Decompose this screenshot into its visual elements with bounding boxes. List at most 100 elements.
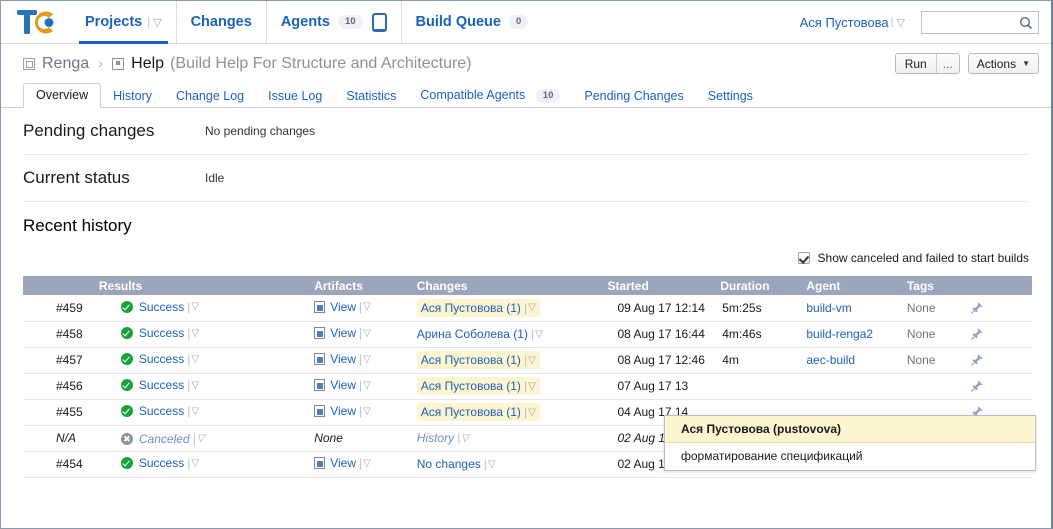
cell-artifacts[interactable]: View | ▽ [314,451,417,478]
chevron-down-icon[interactable]: ▽ [528,302,536,313]
cell-build-number[interactable]: #456 [23,373,99,400]
cell-artifacts[interactable]: View | ▽ [314,373,417,400]
status-link[interactable]: Success [139,456,184,470]
agent-link[interactable]: build-renga2 [806,327,873,341]
nav-item-build-queue[interactable]: Build Queue 0 [400,1,543,44]
show-canceled-checkbox[interactable] [797,252,810,264]
tab-history[interactable]: History [101,85,164,108]
projects-dropdown-caret[interactable]: | ▽ [147,16,161,29]
artifacts-view-link[interactable]: View [330,404,356,418]
cell-row-actions[interactable] [970,373,1032,400]
chevron-down-icon[interactable]: ▽ [363,328,371,339]
chevron-down-icon[interactable]: ▽ [535,329,543,340]
cell-changes[interactable]: Ася Пустовова (1) | ▽ [416,347,608,374]
status-link[interactable]: Success [139,326,184,340]
table-row[interactable]: #458 Success | ▽ View | ▽ Арина Соболева (1) | ▽ 0… [23,321,1032,348]
search-icon[interactable] [1019,16,1033,33]
cell-agent[interactable]: aec-build [806,347,907,374]
cell-agent[interactable]: build-renga2 [806,321,907,348]
status-link[interactable]: Canceled [139,432,190,446]
cell-artifacts[interactable]: View | ▽ [314,295,417,322]
table-row[interactable]: #459 Success | ▽ View | ▽ Ася Пустовова (1) | ▽ 09… [23,295,1032,322]
cell-changes[interactable]: History | ▽ [416,425,608,452]
chevron-down-icon[interactable]: ▽ [363,380,371,391]
chevron-down-icon[interactable]: ▽ [191,380,199,391]
artifacts-view-link[interactable]: View [330,378,356,392]
status-link[interactable]: Success [139,378,184,392]
chevron-down-icon[interactable]: ▽ [191,301,199,312]
chevron-down-icon[interactable]: ▽ [197,433,205,444]
table-row[interactable]: #456 Success | ▽ View | ▽ Ася Пустовова (1) | ▽ 07… [23,373,1032,400]
nav-item-projects[interactable]: Projects | ▽ [71,1,176,44]
user-dropdown-caret[interactable]: | ▽ [891,16,905,29]
changes-link[interactable]: Ася Пустовова (1) [421,301,521,315]
cell-results[interactable]: Success | ▽ [98,373,315,400]
agent-link[interactable]: aec-build [806,353,855,367]
tab-settings[interactable]: Settings [696,85,765,108]
chevron-down-icon[interactable]: ▽ [528,381,536,392]
chevron-down-icon[interactable]: ▽ [363,406,371,417]
tab-change-log[interactable]: Change Log [164,85,256,108]
cell-results[interactable]: ✖ Canceled | ▽ [98,425,315,452]
cell-changes[interactable]: Арина Соболева (1) | ▽ [416,321,608,348]
pin-build-icon[interactable] [970,301,984,315]
cell-changes[interactable]: No changes | ▽ [416,451,608,478]
actions-button[interactable]: Actions ▼ [967,53,1039,74]
cell-artifacts[interactable]: View | ▽ [314,399,417,426]
agent-monitor-icon[interactable] [371,12,387,32]
changes-link[interactable]: History [417,431,454,445]
changes-highlight[interactable]: Ася Пустовова (1) | ▽ [416,403,540,421]
tab-pending-changes[interactable]: Pending Changes [572,85,695,108]
chevron-down-icon[interactable]: ▽ [528,355,536,366]
changes-link[interactable]: Ася Пустовова (1) [421,405,521,419]
nav-item-agents[interactable]: Agents 10 [265,1,401,44]
search-input[interactable] [922,12,1014,32]
teamcity-logo[interactable] [15,7,57,37]
pin-build-icon[interactable] [970,379,984,393]
pin-build-icon[interactable] [970,353,984,367]
cell-results[interactable]: Success | ▽ [98,347,315,374]
status-link[interactable]: Success [139,352,184,366]
cell-results[interactable]: Success | ▽ [98,399,315,426]
cell-results[interactable]: Success | ▽ [98,295,315,322]
status-link[interactable]: Success [139,404,184,418]
agent-link[interactable]: build-vm [806,301,851,315]
table-row[interactable]: #457 Success | ▽ View | ▽ Ася Пустовова (1) | ▽ 08… [23,347,1032,374]
chevron-down-icon[interactable]: ▽ [488,459,496,470]
status-link[interactable]: Success [139,300,184,314]
cell-changes[interactable]: Ася Пустовова (1) | ▽ [416,373,608,400]
cell-build-number[interactable]: N/A [23,425,99,452]
cell-build-number[interactable]: #458 [23,321,99,348]
changes-highlight[interactable]: Ася Пустовова (1) | ▽ [416,298,540,317]
cell-row-actions[interactable] [970,295,1032,322]
cell-changes[interactable]: Ася Пустовова (1) | ▽ [416,399,608,426]
run-button[interactable]: Run [896,57,936,71]
cell-row-actions[interactable] [970,347,1032,374]
artifacts-view-link[interactable]: View [330,300,356,314]
chevron-down-icon[interactable]: ▽ [528,407,536,418]
run-options-button[interactable]: ... [935,54,959,73]
cell-build-number[interactable]: #457 [23,347,99,374]
tab-issue-log[interactable]: Issue Log [256,85,334,108]
cell-build-number[interactable]: #459 [23,295,99,322]
tab-statistics[interactable]: Statistics [334,85,408,108]
run-button-group[interactable]: Run ... [894,53,960,74]
chevron-down-icon[interactable]: ▽ [363,301,371,312]
breadcrumb-project[interactable]: Renga [42,55,89,73]
cell-artifacts[interactable]: None [314,425,417,452]
chevron-down-icon[interactable]: ▽ [191,354,199,365]
chevron-down-icon[interactable]: ▽ [363,458,371,469]
cell-changes[interactable]: Ася Пустовова (1) | ▽ [416,295,608,322]
cell-results[interactable]: Success | ▽ [98,451,315,478]
cell-results[interactable]: Success | ▽ [98,321,315,348]
changes-link[interactable]: Арина Соболева (1) [417,327,528,341]
artifacts-view-link[interactable]: View [330,456,356,470]
artifacts-view-link[interactable]: View [330,326,356,340]
search-box[interactable] [921,10,1039,34]
chevron-down-icon[interactable]: ▽ [363,354,371,365]
cell-row-actions[interactable] [970,321,1032,348]
changes-link[interactable]: Ася Пустовова (1) [421,379,521,393]
tab-compatible-agents[interactable]: Compatible Agents 10 [408,84,572,108]
cell-agent[interactable]: build-vm [806,295,907,322]
cell-build-number[interactable]: #455 [23,399,99,426]
